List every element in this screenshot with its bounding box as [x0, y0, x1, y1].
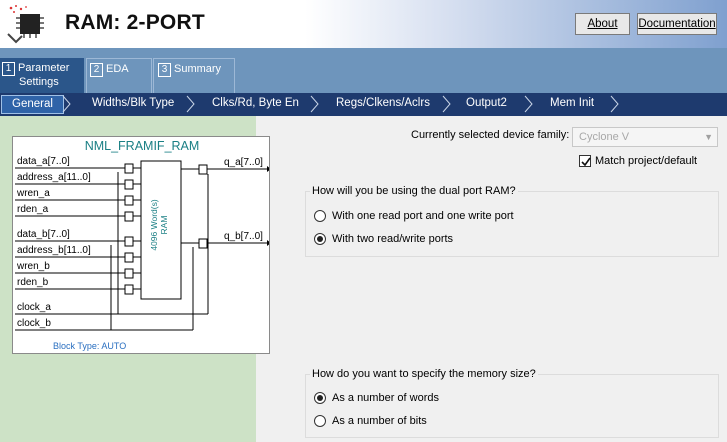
pin-data-a: data_a[7..0] — [17, 156, 70, 167]
about-button[interactable]: About — [575, 13, 630, 35]
subtab-general[interactable]: General — [1, 95, 64, 114]
radio-label-two-read-write: With two read/write ports — [332, 233, 454, 245]
pin-wren-b: wren_b — [17, 261, 50, 272]
chevron-down-icon: ▼ — [704, 132, 713, 142]
chevron-right-icon — [186, 95, 195, 113]
ram-word-count: 4096 Word(s) — [149, 199, 159, 251]
ram-type: RAM — [159, 215, 169, 235]
subtab-regs[interactable]: Regs/Clkens/Aclrs — [336, 97, 430, 109]
match-project-checkbox[interactable] — [579, 155, 591, 167]
tab-number: 2 — [90, 63, 103, 77]
tab-label-line1: Parameter — [18, 62, 70, 74]
chevron-right-icon — [62, 95, 71, 113]
radio-label-one-read-one-write: With one read port and one write port — [332, 210, 514, 222]
radio-label-number-of-words: As a number of words — [332, 392, 439, 404]
checkmark-icon — [581, 157, 591, 167]
subtab-output2[interactable]: Output2 — [466, 97, 507, 109]
device-family-select[interactable]: Cyclone V ▼ — [572, 127, 718, 147]
page-title: RAM: 2-PORT — [65, 11, 205, 34]
subtab-mem-init[interactable]: Mem Init — [550, 97, 594, 109]
match-project-label: Match project/default — [595, 155, 698, 167]
tab-summary[interactable]: 3 Summary — [153, 58, 235, 93]
radio-label-number-of-bits: As a number of bits — [332, 415, 427, 427]
chevron-right-icon — [610, 95, 619, 113]
pin-clock-a: clock_a — [17, 302, 51, 313]
radio-number-of-bits[interactable] — [314, 415, 326, 427]
radio-two-read-write[interactable] — [314, 233, 326, 245]
subtab-widths[interactable]: Widths/Blk Type — [92, 97, 174, 109]
usage-group — [305, 191, 719, 257]
tab-parameter-settings[interactable]: 1 Parameter Settings — [0, 58, 84, 93]
radio-selected-dot — [317, 236, 323, 242]
tab-label-line2: Settings — [19, 76, 59, 88]
tab-eda[interactable]: 2 EDA — [86, 58, 152, 93]
pin-data-b: data_b[7..0] — [17, 229, 70, 240]
pin-wren-a: wren_a — [17, 188, 50, 199]
tab-label: Summary — [174, 63, 222, 75]
block-diagram: NML_FRAMIF_RAM data_a[7..0] address_a[11… — [12, 136, 270, 354]
header: RAM: 2-PORT About Documentation — [0, 0, 727, 48]
pin-rden-b: rden_b — [17, 277, 49, 288]
device-family-label: Currently selected device family: — [411, 129, 570, 141]
device-family-value: Cyclone V — [579, 131, 630, 143]
documentation-button[interactable]: Documentation — [637, 13, 717, 35]
block-type-label: Block Type: AUTO — [53, 341, 127, 351]
tab-number: 1 — [2, 62, 15, 76]
radio-one-read-one-write[interactable] — [314, 210, 326, 222]
chevron-right-icon — [524, 95, 533, 113]
tab-number: 3 — [158, 63, 171, 77]
pin-address-b: address_b[11..0] — [17, 245, 91, 256]
about-label: About — [587, 18, 618, 30]
subtab-clks[interactable]: Clks/Rd, Byte En — [212, 97, 299, 109]
ram-chip-icon — [7, 5, 44, 44]
ram-block-label: 4096 Word(s) RAM — [149, 193, 169, 257]
pin-q-b: q_b[7..0] — [224, 231, 263, 242]
pin-address-a: address_a[11..0] — [17, 172, 91, 183]
documentation-label: Documentation — [638, 18, 716, 30]
radio-number-of-words[interactable] — [314, 392, 326, 404]
usage-group-title: How will you be using the dual port RAM? — [310, 185, 518, 197]
pin-clock-b: clock_b — [17, 318, 51, 329]
size-group-title: How do you want to specify the memory si… — [310, 368, 538, 380]
sub-tab-bar: General Widths/Blk Type Clks/Rd, Byte En… — [0, 93, 727, 116]
tab-label: EDA — [106, 63, 129, 75]
pin-q-a: q_a[7..0] — [224, 157, 263, 168]
main-tab-bar: 1 Parameter Settings 2 EDA 3 Summary — [0, 48, 727, 93]
chevron-right-icon — [310, 95, 319, 113]
radio-selected-dot — [317, 395, 323, 401]
pin-rden-a: rden_a — [17, 204, 49, 215]
chevron-right-icon — [442, 95, 451, 113]
size-group — [305, 374, 719, 438]
